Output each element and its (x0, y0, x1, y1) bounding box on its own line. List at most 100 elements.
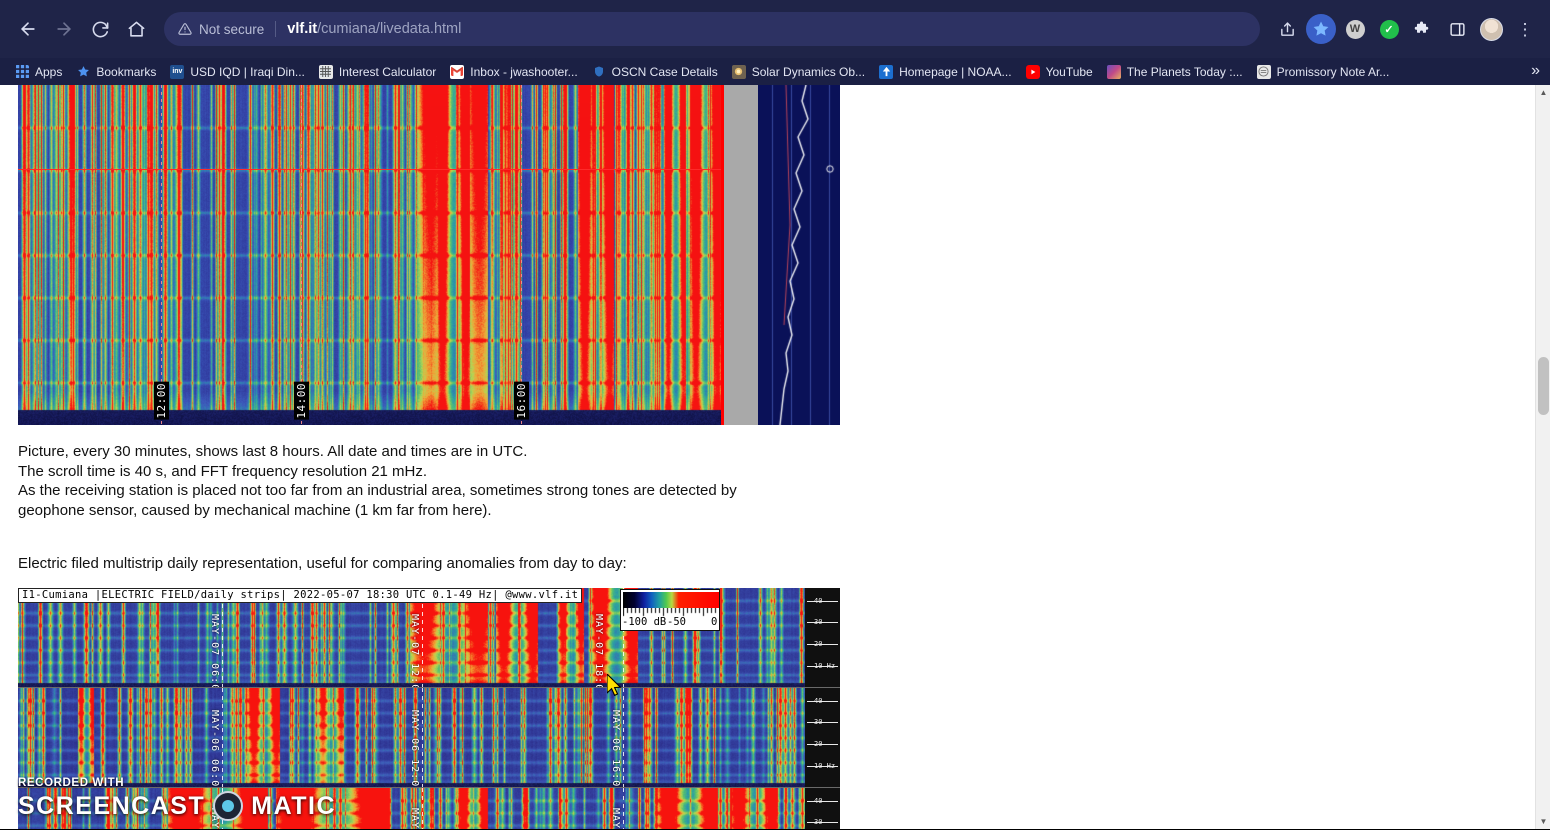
time-label: 14:00 (294, 382, 309, 420)
legend-max-label: 0 (711, 616, 718, 628)
bookmark-label: YouTube (1045, 64, 1093, 79)
live-spectrogram-image[interactable]: 12:00 14:00 16:00 (18, 85, 840, 425)
avatar-image (1479, 17, 1503, 41)
live-spectrogram-plot: 12:00 14:00 16:00 (18, 85, 721, 425)
browser-chrome: Not secure vlf.it/cumiana/livedata.html … (0, 0, 1550, 85)
strip-gridline (623, 688, 624, 787)
extension-w-badge: W (1345, 19, 1365, 39)
bookmark-label: Apps (35, 64, 63, 79)
freq-tick-label: 40 (814, 797, 823, 805)
freq-tick-label: 20 (814, 640, 823, 648)
watermark-brand-left: SCREENCAST (18, 791, 206, 820)
bookmark-item-noaa[interactable]: Homepage | NOAA... (872, 61, 1019, 83)
legend-labels: -100 dB -50 0 (621, 616, 721, 630)
sidepanel-icon[interactable] (1442, 14, 1472, 44)
profile-avatar[interactable] (1476, 14, 1506, 44)
not-secure-indicator[interactable]: Not secure (178, 22, 264, 37)
bookmark-star-icon[interactable] (1306, 14, 1336, 44)
freq-tick-label: 30 (814, 618, 823, 626)
strip-gridline (222, 688, 223, 787)
extension-check-icon[interactable]: ✓ (1374, 14, 1404, 44)
bookmark-item-planets-today[interactable]: The Planets Today :... (1100, 61, 1250, 83)
watermark-top-line: RECORDED WITH (18, 777, 125, 789)
screencast-logo-icon (213, 791, 244, 821)
home-button[interactable] (118, 11, 154, 47)
strip-time-label: MAY-05 12:01 (409, 808, 420, 829)
extension-w-icon[interactable]: W (1340, 14, 1370, 44)
watermark-brand: SCREENCAST MATIC (18, 791, 336, 821)
bookmark-item-interest-calculator[interactable]: Interest Calculator (312, 61, 443, 83)
time-gridline (521, 85, 522, 425)
strip-time-label: MAY-06 06:00 (209, 710, 220, 787)
extensions-puzzle-icon[interactable] (1408, 14, 1438, 44)
security-label: Not secure (199, 21, 265, 37)
time-label: 12:00 (154, 382, 169, 420)
calculator-icon (318, 64, 333, 79)
screencast-watermark: RECORDED WITH SCREENCAST MATIC (18, 777, 336, 821)
strip-time-label: MAY-07 12:00 (409, 614, 420, 687)
url-text[interactable]: vlf.it/cumiana/livedata.html (287, 21, 461, 37)
live-marker-line (18, 169, 721, 170)
strip-frequency-scale: 40 30 20 10 Hz (805, 688, 840, 787)
bookmark-label: Homepage | NOAA... (899, 64, 1012, 79)
strip-plot: MAY-06 06:00 MAY-06 12:01 MAY-06 16:00 (18, 688, 805, 787)
bookmark-label: OSCN Case Details (611, 64, 718, 79)
youtube-icon (1025, 64, 1040, 79)
page-viewport: 12:00 14:00 16:00 Picture, every 30 minu… (0, 85, 1550, 829)
page-scrollbar[interactable]: ▲ ▼ (1535, 85, 1550, 829)
bookmark-item-solar-dynamics[interactable]: Solar Dynamics Ob... (725, 61, 872, 83)
daily-strip-row: MAY-06 06:00 MAY-06 12:01 MAY-06 16:00 4… (18, 688, 840, 787)
browser-toolbar: Not secure vlf.it/cumiana/livedata.html … (0, 0, 1550, 58)
freq-tick-label: 10 Hz (814, 662, 836, 670)
multistrip-caption: Electric filed multistrip daily represen… (18, 555, 627, 572)
bookmark-item-inbox[interactable]: Inbox - jwashooter... (443, 61, 584, 83)
omnibox-divider (275, 21, 277, 37)
investing-icon: inv (170, 64, 185, 79)
bookmark-item-youtube[interactable]: YouTube (1019, 61, 1100, 83)
bookmark-label: Promissory Note Ar... (1276, 64, 1390, 79)
bookmark-item-promissory-note[interactable]: Promissory Note Ar... (1250, 61, 1397, 83)
time-gridline (161, 85, 162, 425)
scroll-up-button[interactable]: ▲ (1536, 85, 1550, 100)
bookmark-item-usd-iqd[interactable]: inv USD IQD | Iraqi Din... (163, 61, 311, 83)
freq-tick-label: 40 (814, 697, 823, 705)
level-plot-canvas (758, 85, 840, 425)
document-icon (1256, 64, 1271, 79)
scroll-down-button[interactable]: ▼ (1536, 814, 1550, 829)
back-button[interactable] (10, 11, 46, 47)
watermark-brand-right: MATIC (251, 791, 337, 820)
freq-tick-label: 30 (814, 818, 823, 826)
gmail-icon (450, 64, 465, 79)
bookmark-item-apps[interactable]: Apps (8, 61, 69, 83)
time-gridline (301, 85, 302, 425)
sun-icon (731, 64, 746, 79)
freq-tick-label: 10 Hz (814, 762, 836, 770)
bookmark-label: Interest Calculator (338, 64, 437, 79)
bookmark-item-bookmarks[interactable]: Bookmarks (69, 61, 163, 83)
strip-gridline (422, 688, 423, 787)
url-path: /cumiana/livedata.html (317, 21, 462, 37)
extension-check-badge: ✓ (1379, 19, 1399, 39)
freq-tick-label: 20 (814, 740, 823, 748)
share-icon[interactable] (1272, 14, 1302, 44)
scrollbar-thumb[interactable] (1538, 357, 1549, 415)
forward-button[interactable] (46, 11, 82, 47)
strip-time-label: MAY-07 06:01 (209, 614, 220, 687)
reload-button[interactable] (82, 11, 118, 47)
strip-gridline (422, 788, 423, 829)
noaa-icon (879, 64, 894, 79)
strip-frequency-scale: 40 30 20 10 Hz (805, 788, 840, 829)
strip-frequency-scale: 40 30 20 10 Hz (805, 588, 840, 687)
live-spectrogram-frequency-scale (721, 85, 758, 425)
planets-icon (1106, 64, 1121, 79)
bookmark-label: USD IQD | Iraqi Din... (190, 64, 305, 79)
warning-triangle-icon (178, 23, 192, 35)
freq-tick-label: 30 (814, 718, 823, 726)
chrome-menu-icon[interactable]: ⋮ (1510, 14, 1540, 44)
star-folder-icon (76, 65, 90, 79)
bookmarks-overflow-button[interactable]: » (1531, 61, 1540, 81)
bookmark-item-oscn[interactable]: OSCN Case Details (585, 61, 725, 83)
live-spectrogram-level-panel (758, 85, 840, 425)
address-bar[interactable]: Not secure vlf.it/cumiana/livedata.html (164, 12, 1260, 46)
page-content: 12:00 14:00 16:00 Picture, every 30 minu… (0, 85, 1535, 829)
